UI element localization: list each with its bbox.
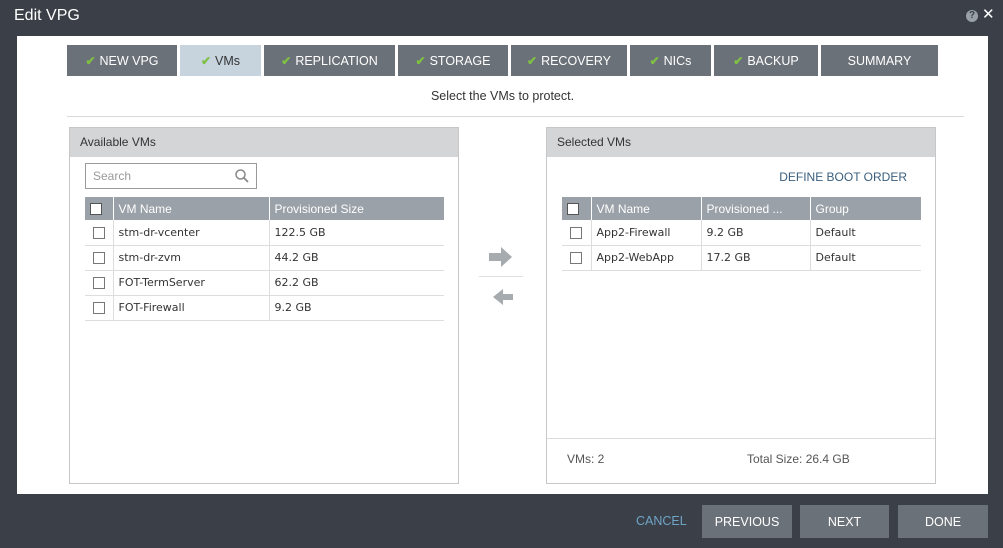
check-icon: ✔ <box>200 53 212 68</box>
wizard-content: ✔ NEW VPG ✔ VMs ✔ REPLICATION ✔ STORAGE ✔ REC… <box>17 36 988 494</box>
vm-name-cell: App2-Firewall <box>591 220 702 246</box>
vm-name-cell: stm-dr-vcenter <box>113 220 270 246</box>
tab-new-vpg[interactable]: ✔ NEW VPG <box>67 45 177 76</box>
page-subtitle: Select the VMs to protect. <box>430 89 575 103</box>
selected-vms-footer: VMs: 2 Total Size: 26.4 GB <box>547 438 935 483</box>
vm-size-cell: 9.2 GB <box>269 295 444 321</box>
row-checkbox-cell <box>85 245 114 271</box>
tab-recovery[interactable]: ✔ RECOVERY <box>511 45 627 76</box>
column-header-vm-name[interactable]: VM Name <box>113 197 270 220</box>
selected-vms-header: Selected VMs <box>547 128 935 157</box>
row-checkbox-cell <box>562 220 592 246</box>
row-checkbox-cell <box>562 245 592 271</box>
check-icon: ✔ <box>649 53 660 68</box>
table-row[interactable]: App2-Firewall 9.2 GB Default <box>562 220 921 246</box>
done-button[interactable]: DONE <box>898 505 988 538</box>
previous-button[interactable]: PREVIOUS <box>702 505 792 538</box>
column-header-provisioned-size[interactable]: Provisioned Size <box>269 197 444 220</box>
close-icon[interactable]: ✕ <box>982 7 995 23</box>
table-row[interactable]: FOT-Firewall 9.2 GB <box>85 295 444 321</box>
define-boot-order-link[interactable]: DEFINE BOOT ORDER <box>779 170 907 184</box>
vm-count: VMs: 2 <box>567 452 605 466</box>
tab-label: STORAGE <box>429 53 491 68</box>
select-all-cell <box>562 197 592 220</box>
remove-from-selected-arrow-icon[interactable] <box>493 288 513 306</box>
vm-size-cell: 122.5 GB <box>269 220 444 246</box>
selected-vms-table: VM Name Provisioned ... Group App2-Firew… <box>562 197 921 271</box>
tab-replication[interactable]: ✔ REPLICATION <box>264 45 395 76</box>
vm-size-cell: 62.2 GB <box>269 270 444 296</box>
row-checkbox[interactable] <box>570 226 583 239</box>
search-box <box>85 163 257 189</box>
tab-label: REPLICATION <box>295 53 378 68</box>
tab-label: NICs <box>663 53 692 68</box>
tab-summary[interactable]: SUMMARY <box>821 45 938 76</box>
check-icon: ✔ <box>733 53 744 68</box>
row-checkbox-cell <box>85 220 114 246</box>
tab-label: BACKUP <box>747 53 799 68</box>
column-header-group[interactable]: Group <box>810 197 921 220</box>
arrow-divider <box>479 276 523 277</box>
table-header-row: VM Name Provisioned Size <box>85 197 444 220</box>
row-checkbox[interactable] <box>570 252 583 264</box>
title-bar: Edit VPG ? ✕ <box>0 0 1003 34</box>
divider <box>67 116 964 117</box>
tab-backup[interactable]: ✔ BACKUP <box>714 45 818 76</box>
add-to-selected-arrow-icon[interactable] <box>489 246 513 268</box>
check-icon: ✔ <box>415 53 426 68</box>
row-checkbox[interactable] <box>92 302 105 314</box>
search-icon[interactable] <box>234 168 250 184</box>
select-all-cell <box>85 197 114 220</box>
vm-size-cell: 44.2 GB <box>269 245 444 271</box>
check-icon: ✔ <box>527 53 538 68</box>
vm-name-cell: FOT-TermServer <box>113 270 270 296</box>
check-icon: ✔ <box>85 53 96 68</box>
row-checkbox[interactable] <box>92 277 105 289</box>
select-all-checkbox[interactable] <box>567 203 579 216</box>
tab-vms[interactable]: ✔ VMs <box>180 45 261 76</box>
row-checkbox[interactable] <box>92 226 105 239</box>
vm-group-cell: Default <box>810 245 921 271</box>
selected-vms-panel: Selected VMs DEFINE BOOT ORDER VM Name P… <box>546 127 936 484</box>
total-size: Total Size: 26.4 GB <box>747 452 850 466</box>
row-checkbox-cell <box>85 270 114 296</box>
vm-name-cell: FOT-Firewall <box>113 295 270 321</box>
table-row[interactable]: App2-WebApp 17.2 GB Default <box>562 245 921 271</box>
cancel-button[interactable]: CANCEL <box>636 514 687 528</box>
vm-name-cell: App2-WebApp <box>591 245 702 271</box>
select-all-checkbox[interactable] <box>90 203 102 216</box>
vm-name-cell: stm-dr-zvm <box>113 245 270 271</box>
help-icon[interactable]: ? <box>966 10 978 22</box>
tab-label: VMs <box>215 53 241 68</box>
vm-size-cell: 9.2 GB <box>701 220 811 246</box>
tab-label: SUMMARY <box>847 53 912 68</box>
table-row[interactable]: FOT-TermServer 62.2 GB <box>85 270 444 296</box>
tab-label: NEW VPG <box>99 53 159 68</box>
vm-size-cell: 17.2 GB <box>701 245 811 271</box>
table-header-row: VM Name Provisioned ... Group <box>562 197 921 220</box>
available-vms-header: Available VMs <box>70 128 458 157</box>
available-vms-table: VM Name Provisioned Size stm-dr-vcenter … <box>85 197 444 321</box>
vm-group-cell: Default <box>810 220 921 246</box>
search-input[interactable] <box>91 165 231 187</box>
available-vms-panel: Available VMs VM Name Provisioned Size <box>69 127 459 484</box>
tab-storage[interactable]: ✔ STORAGE <box>398 45 508 76</box>
row-checkbox-cell <box>85 295 114 321</box>
window-title: Edit VPG <box>14 7 80 24</box>
row-checkbox[interactable] <box>92 252 105 264</box>
column-header-provisioned-size[interactable]: Provisioned ... <box>701 197 811 220</box>
tab-nics[interactable]: ✔ NICs <box>630 45 711 76</box>
table-row[interactable]: stm-dr-vcenter 122.5 GB <box>85 220 444 246</box>
table-row[interactable]: stm-dr-zvm 44.2 GB <box>85 245 444 271</box>
column-header-vm-name[interactable]: VM Name <box>591 197 702 220</box>
next-button[interactable]: NEXT <box>800 505 889 538</box>
tab-label: RECOVERY <box>541 53 611 68</box>
check-icon: ✔ <box>281 53 292 68</box>
